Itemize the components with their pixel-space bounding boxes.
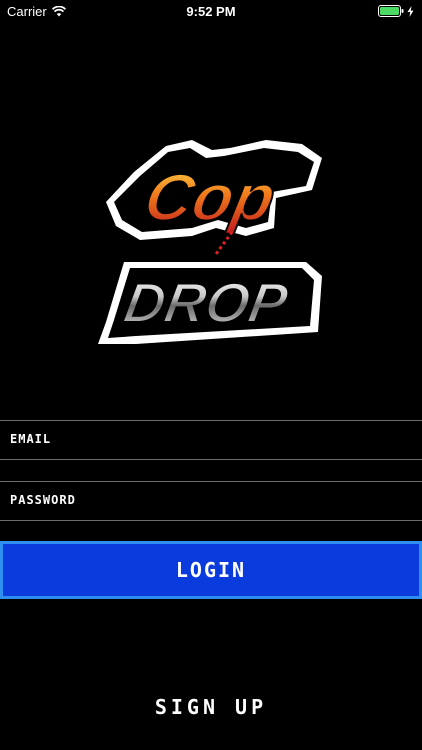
status-bar: Carrier 9:52 PM	[0, 0, 422, 22]
logo-word-drop: DROP	[120, 271, 293, 334]
logo-word-cop: Cop	[138, 162, 282, 235]
sign-up-button[interactable]: SIGN UP	[0, 690, 422, 724]
clock-time: 9:52 PM	[186, 4, 236, 19]
cop-drop-logo: Cop DROP	[96, 132, 328, 352]
password-field[interactable]	[0, 481, 422, 521]
password-input[interactable]	[0, 482, 422, 520]
email-input[interactable]	[0, 421, 422, 459]
battery-icon	[378, 5, 404, 17]
battery-indicator	[378, 5, 414, 17]
charging-bolt-icon	[407, 5, 414, 17]
login-button[interactable]: LOGIN	[0, 541, 422, 599]
email-field[interactable]	[0, 420, 422, 460]
